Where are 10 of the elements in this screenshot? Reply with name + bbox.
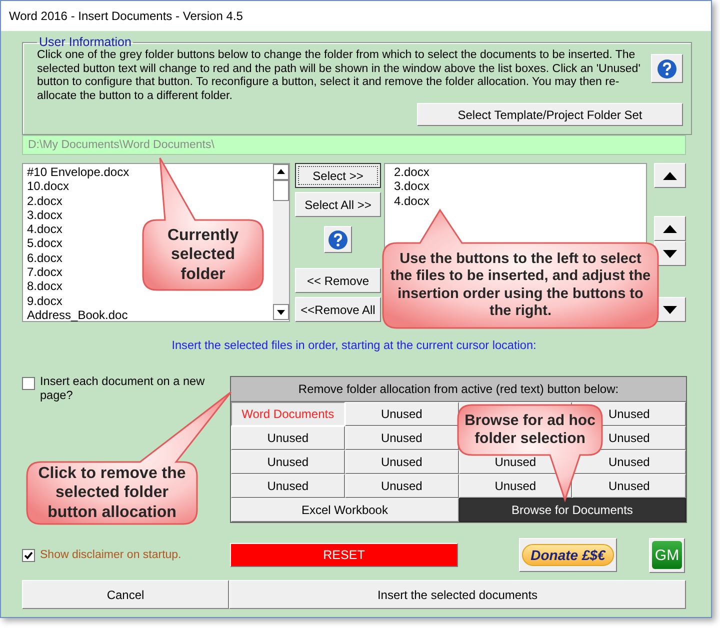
window-title: Word 2016 - Insert Documents - Version 4.5 — [9, 9, 243, 23]
callout-tooltip: Use the buttons to the left to select the files to be inserted, and adjust the insertion order using the buttons to the right. — [383, 210, 658, 328]
checkbox-label: Insert each document on a new page? — [40, 374, 206, 402]
info-text: Click one of the grey folder buttons below to change the folder from which to select the documents to be inserted. The selected button text will change to red and the path will be shown in the window above the list boxes. Click an 'Unused' button to configure that button. To reconfigure a button, select it and remove the folder allocation. You may then re-allocate the button to a different folder. — [37, 49, 642, 103]
instruction-text: Insert the selected files in order, starting at the current cursor location: — [170, 338, 538, 352]
panel-legend: User Information — [37, 35, 134, 49]
donate-label: Donate £$€ — [522, 544, 614, 566]
checkbox-label: Show disclaimer on startup. — [40, 549, 182, 561]
grid-header: Remove folder allocation from active (red text) button below: — [231, 377, 686, 402]
callout-tooltip: Currently selected folder — [143, 158, 263, 290]
